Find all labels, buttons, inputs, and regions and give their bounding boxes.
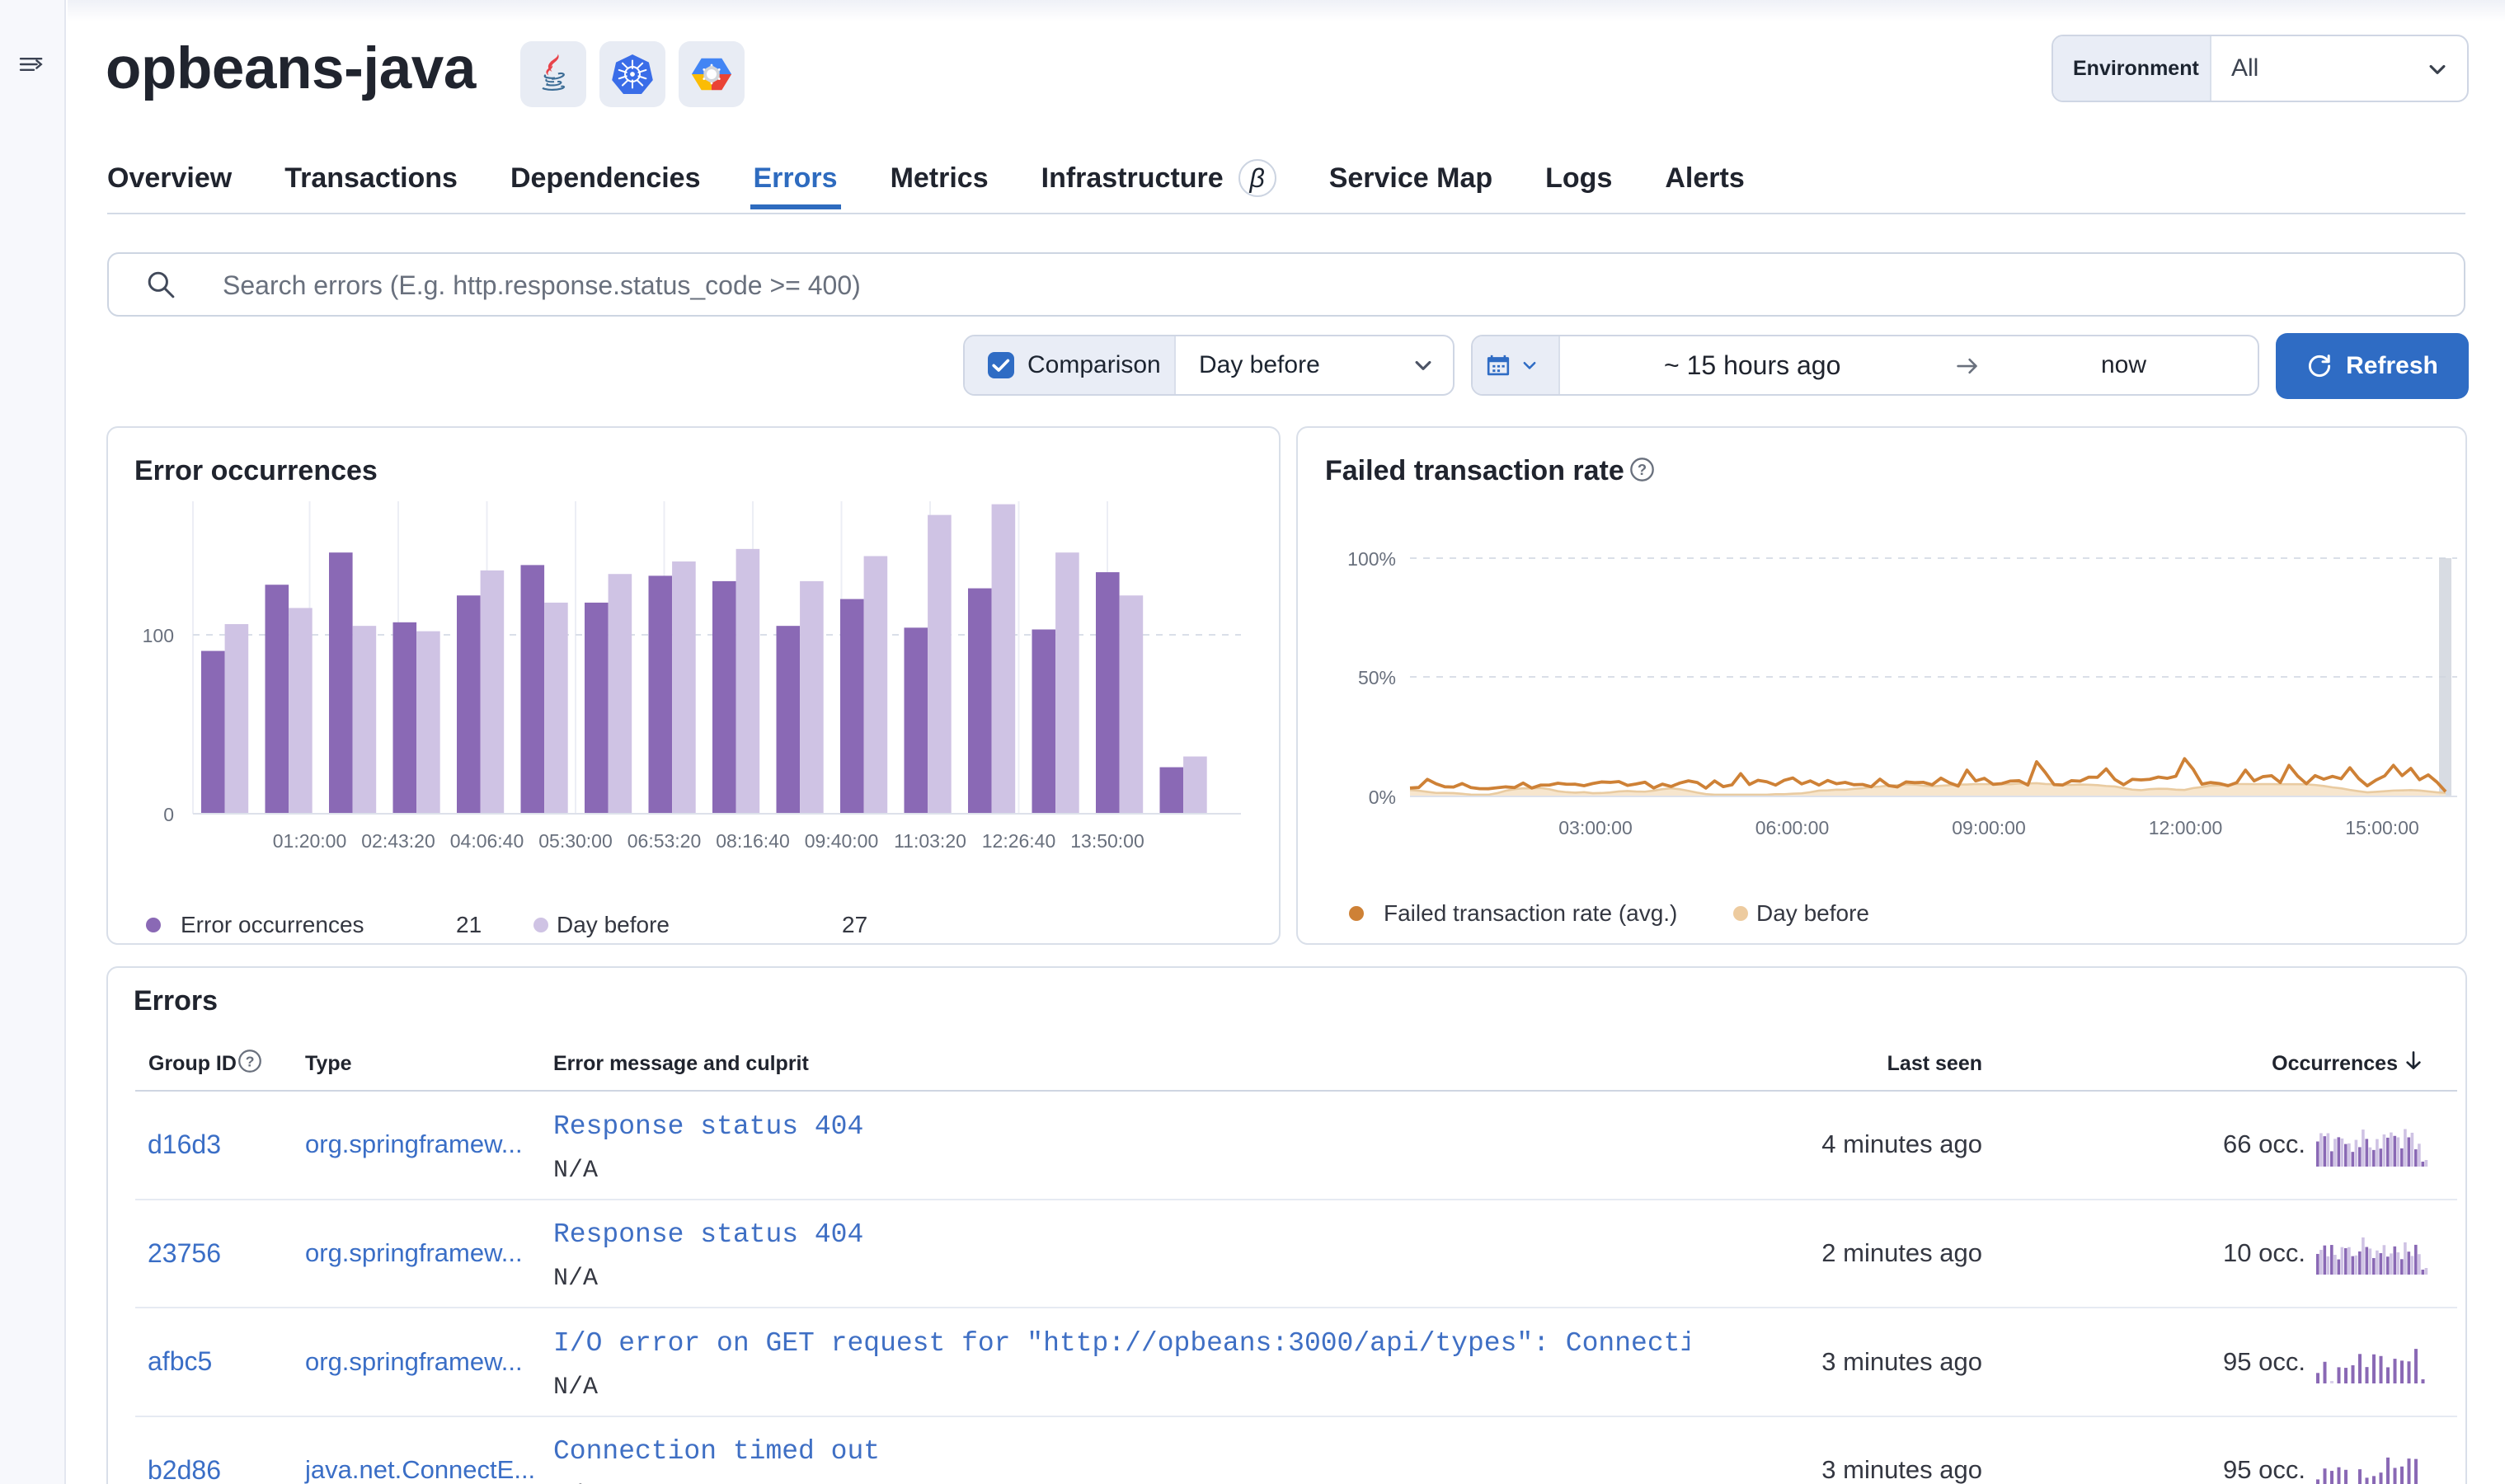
svg-text:06:00:00: 06:00:00 (1755, 817, 1830, 838)
svg-text:11:03:20: 11:03:20 (894, 830, 966, 852)
svg-text:0: 0 (163, 804, 174, 825)
svg-text:15:00:00: 15:00:00 (2345, 817, 2419, 838)
svg-text:08:16:40: 08:16:40 (716, 830, 790, 852)
svg-text:02:43:20: 02:43:20 (361, 830, 435, 852)
svg-text:?: ? (246, 1053, 255, 1069)
svg-text:05:30:00: 05:30:00 (538, 830, 613, 852)
svg-text:03:00:00: 03:00:00 (1558, 817, 1633, 838)
svg-text:13:50:00: 13:50:00 (1070, 830, 1144, 852)
svg-text:100: 100 (143, 625, 174, 646)
svg-text:50%: 50% (1358, 667, 1396, 688)
svg-text:100%: 100% (1347, 548, 1396, 570)
svg-text:01:20:00: 01:20:00 (273, 830, 347, 852)
svg-text:12:26:40: 12:26:40 (982, 830, 1056, 852)
svg-text:12:00:00: 12:00:00 (2149, 817, 2223, 838)
svg-text:09:00:00: 09:00:00 (1952, 817, 2026, 838)
svg-text:06:53:20: 06:53:20 (627, 830, 702, 852)
svg-text:04:06:40: 04:06:40 (450, 830, 524, 852)
svg-text:09:40:00: 09:40:00 (805, 830, 879, 852)
svg-text:0%: 0% (1369, 787, 1396, 808)
